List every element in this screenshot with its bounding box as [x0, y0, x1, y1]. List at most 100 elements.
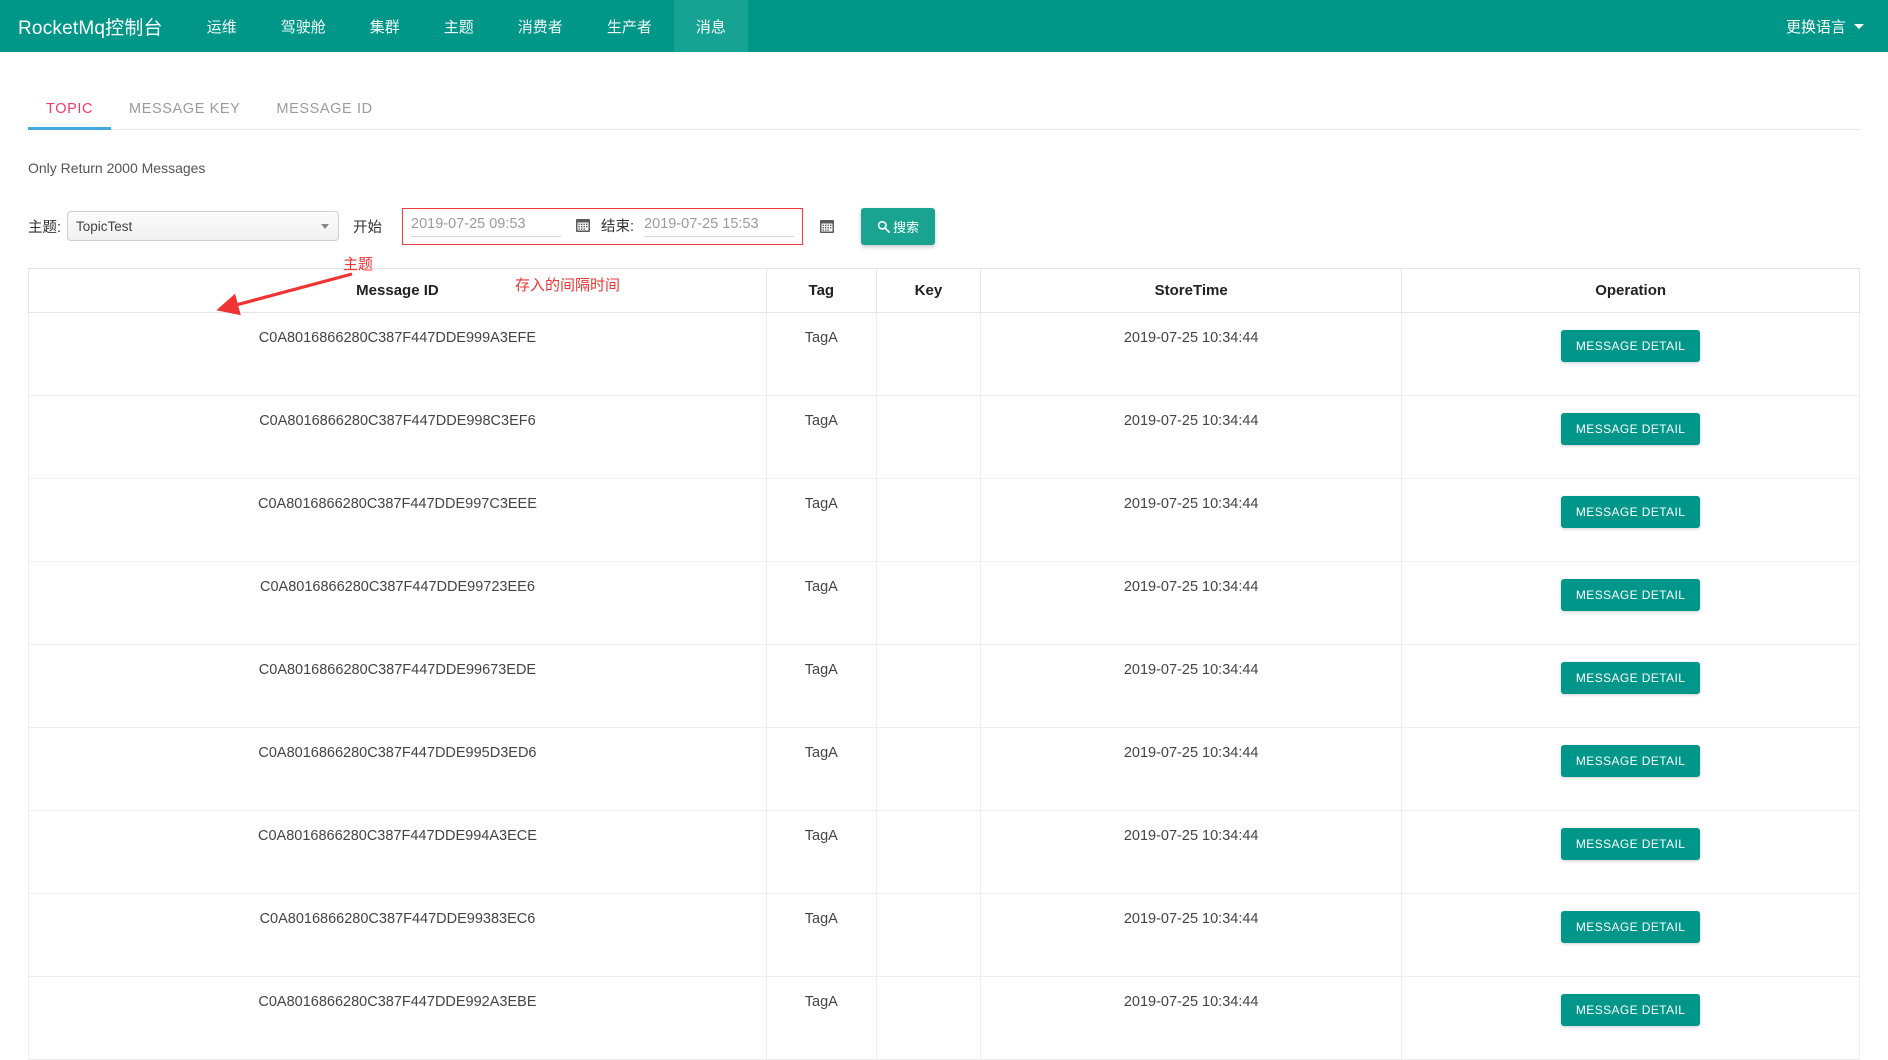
cell-key [875, 893, 982, 977]
cell-message-id: C0A8016866280C387F447DDE995D3ED6 [28, 727, 767, 811]
brand-logo[interactable]: RocketMq控制台 [0, 0, 185, 52]
cell-key [875, 976, 982, 1060]
chevron-down-icon [321, 223, 330, 229]
topic-select-value: TopicTest [76, 218, 133, 234]
message-detail-button[interactable]: MESSAGE DETAIL [1560, 413, 1701, 445]
cell-operation: MESSAGE DETAIL [1401, 312, 1860, 396]
nav-item-2[interactable]: 集群 [348, 0, 422, 52]
message-table: Message ID Tag Key StoreTime Operation C… [28, 268, 1860, 1060]
cell-operation: MESSAGE DETAIL [1401, 727, 1860, 811]
only-return-notice: Only Return 2000 Messages [28, 160, 206, 176]
cell-message-id: C0A8016866280C387F447DDE99723EE6 [28, 561, 767, 645]
message-table-body: C0A8016866280C387F447DDE999A3EFE TagA 2019… [28, 312, 1860, 1060]
cell-key [875, 644, 982, 728]
search-button[interactable]: 搜索 [861, 207, 936, 245]
nav-item-label: 主题 [443, 18, 474, 36]
cell-store-time: 2019-07-25 10:34:44 [980, 478, 1403, 562]
begin-label: 开始 [353, 219, 383, 236]
end-label: 结束: [601, 218, 635, 235]
message-detail-button[interactable]: MESSAGE DETAIL [1560, 911, 1701, 943]
message-detail-button[interactable]: MESSAGE DETAIL [1560, 662, 1701, 694]
begin-date-input[interactable] [411, 213, 562, 237]
calendar-icon[interactable] [819, 218, 835, 234]
cell-key [875, 478, 982, 562]
nav-item-label: 生产者 [606, 18, 652, 36]
cell-key [875, 727, 982, 811]
table-row: C0A8016866280C387F447DDE994A3ECE TagA 2019… [28, 810, 1860, 894]
tab-topic[interactable]: TOPIC [28, 101, 112, 130]
message-detail-button[interactable]: MESSAGE DETAIL [1560, 828, 1701, 860]
table-header-row: Message ID Tag Key StoreTime Operation [28, 268, 1860, 313]
message-detail-button[interactable]: MESSAGE DETAIL [1560, 994, 1701, 1026]
table-row: C0A8016866280C387F447DDE99723EE6 TagA 2019… [28, 561, 1860, 645]
nav-item-0[interactable]: 运维 [185, 0, 259, 52]
cell-store-time: 2019-07-25 10:34:44 [980, 727, 1403, 811]
cell-operation: MESSAGE DETAIL [1401, 561, 1860, 645]
nav-item-list: 运维 驾驶舱 集群 主题 消费者 生产者 消息 [185, 0, 748, 52]
column-header-key: Key [875, 268, 982, 313]
message-detail-button[interactable]: MESSAGE DETAIL [1560, 496, 1701, 528]
message-detail-button[interactable]: MESSAGE DETAIL [1560, 745, 1701, 777]
nav-item-label: 集群 [369, 18, 400, 36]
table-row: C0A8016866280C387F447DDE992A3EBE TagA 2019… [28, 976, 1860, 1060]
nav-item-label: 驾驶舱 [280, 18, 326, 36]
cell-tag: TagA [765, 976, 877, 1060]
cell-store-time: 2019-07-25 10:34:44 [980, 395, 1403, 479]
nav-item-1[interactable]: 驾驶舱 [259, 0, 348, 52]
end-date-input[interactable] [644, 213, 795, 237]
search-button-label: 搜索 [893, 219, 920, 235]
table-row: C0A8016866280C387F447DDE99383EC6 TagA 2019… [28, 893, 1860, 977]
cell-operation: MESSAGE DETAIL [1401, 395, 1860, 479]
topic-label: 主题: [28, 219, 62, 236]
top-navbar: RocketMq控制台 运维 驾驶舱 集群 主题 消费者 生产者 消息 更换语言 [0, 0, 1888, 52]
cell-store-time: 2019-07-25 10:34:44 [980, 312, 1403, 396]
message-detail-button[interactable]: MESSAGE DETAIL [1560, 330, 1701, 362]
date-range-box: 结束: [402, 207, 804, 245]
cell-store-time: 2019-07-25 10:34:44 [980, 810, 1403, 894]
cell-message-id: C0A8016866280C387F447DDE994A3ECE [28, 810, 767, 894]
nav-item-6[interactable]: 消息 [673, 0, 748, 52]
cell-operation: MESSAGE DETAIL [1401, 478, 1860, 562]
topic-select[interactable]: TopicTest [67, 211, 340, 241]
nav-item-label: 消费者 [517, 18, 563, 36]
cell-store-time: 2019-07-25 10:34:44 [980, 893, 1403, 977]
column-header-tag: Tag [765, 268, 877, 313]
cell-key [875, 312, 982, 396]
search-icon [877, 220, 891, 233]
query-type-tabs: TOPIC MESSAGE KEY MESSAGE ID [28, 86, 1860, 130]
cell-message-id: C0A8016866280C387F447DDE992A3EBE [28, 976, 767, 1060]
cell-key [875, 810, 982, 894]
nav-item-label: 消息 [695, 18, 726, 36]
nav-item-3[interactable]: 主题 [422, 0, 496, 52]
cell-message-id: C0A8016866280C387F447DDE99383EC6 [28, 893, 767, 977]
cell-tag: TagA [765, 561, 877, 645]
cell-message-id: C0A8016866280C387F447DDE999A3EFE [28, 312, 767, 396]
nav-item-4[interactable]: 消费者 [496, 0, 585, 52]
table-row: C0A8016866280C387F447DDE995D3ED6 TagA 2019… [28, 727, 1860, 811]
cell-operation: MESSAGE DETAIL [1401, 976, 1860, 1060]
cell-message-id: C0A8016866280C387F447DDE997C3EEE [28, 478, 767, 562]
cell-tag: TagA [765, 727, 877, 811]
cell-message-id: C0A8016866280C387F447DDE998C3EF6 [28, 395, 767, 479]
table-row: C0A8016866280C387F447DDE997C3EEE TagA 2019… [28, 478, 1860, 562]
cell-tag: TagA [765, 810, 877, 894]
tab-message-id[interactable]: MESSAGE ID [258, 101, 390, 129]
tab-message-key[interactable]: MESSAGE KEY [111, 101, 258, 129]
language-switcher[interactable]: 更换语言 [1762, 0, 1888, 52]
nav-item-5[interactable]: 生产者 [585, 0, 674, 52]
column-header-operation: Operation [1401, 268, 1860, 313]
cell-tag: TagA [765, 644, 877, 728]
cell-store-time: 2019-07-25 10:34:44 [980, 976, 1403, 1060]
chevron-down-icon [1854, 23, 1864, 29]
cell-tag: TagA [765, 312, 877, 396]
cell-operation: MESSAGE DETAIL [1401, 810, 1860, 894]
cell-store-time: 2019-07-25 10:34:44 [980, 561, 1403, 645]
nav-item-label: 运维 [206, 18, 237, 36]
calendar-icon[interactable] [575, 217, 591, 233]
table-row: C0A8016866280C387F447DDE999A3EFE TagA 2019… [28, 312, 1860, 396]
message-detail-button[interactable]: MESSAGE DETAIL [1560, 579, 1701, 611]
language-switcher-label: 更换语言 [1785, 18, 1846, 36]
cell-key [875, 561, 982, 645]
cell-tag: TagA [765, 395, 877, 479]
cell-operation: MESSAGE DETAIL [1401, 893, 1860, 977]
